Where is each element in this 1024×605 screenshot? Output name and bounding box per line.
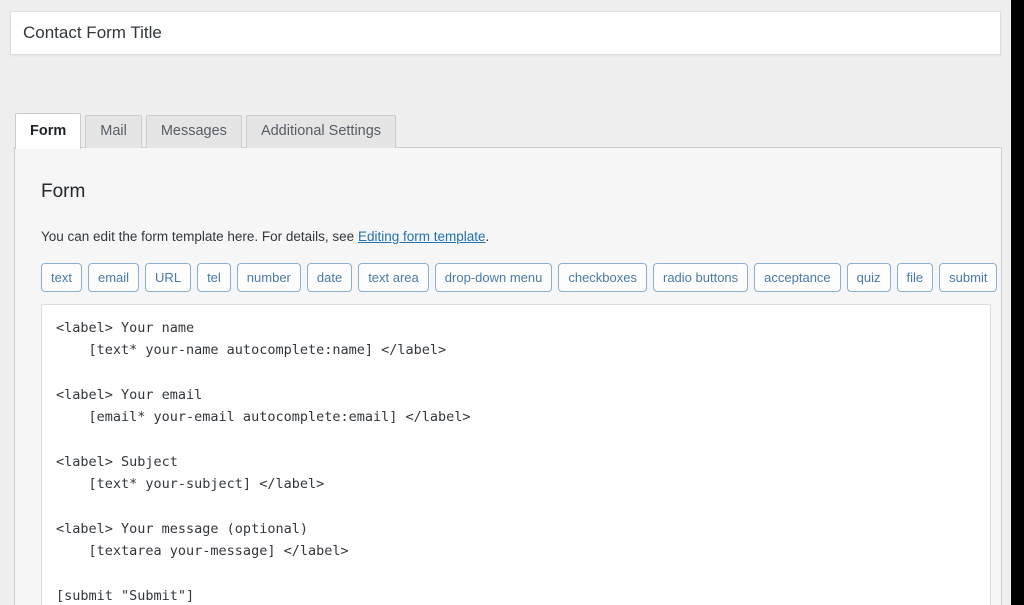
- form-template-textarea[interactable]: [41, 303, 991, 605]
- tab-form[interactable]: Form: [15, 113, 82, 149]
- tab-mail-label: Mail: [100, 123, 127, 139]
- tag-button-drop-down-menu[interactable]: drop-down menu: [434, 262, 553, 292]
- form-title-input[interactable]: [10, 11, 1001, 55]
- tab-messages[interactable]: Messages: [145, 115, 242, 148]
- tag-button-text-area[interactable]: text area: [358, 262, 429, 292]
- tag-button-tel[interactable]: tel: [197, 262, 231, 292]
- tag-button-file[interactable]: file: [896, 262, 934, 292]
- tag-button-text[interactable]: text: [41, 262, 82, 292]
- description-text-after: .: [485, 228, 490, 244]
- admin-page: Form Mail Messages Additional Settings F…: [0, 0, 1011, 605]
- form-editor-panel-inner: Form You can edit the form template here…: [15, 148, 1001, 605]
- tag-generator-buttons: text email URL tel number date text area…: [41, 262, 998, 292]
- tag-button-checkboxes[interactable]: checkboxes: [558, 262, 647, 292]
- tab-additional-settings-label: Additional Settings: [260, 123, 382, 139]
- tab-mail[interactable]: Mail: [85, 115, 142, 148]
- tab-messages-label: Messages: [160, 123, 227, 139]
- form-template-description: You can edit the form template here. For…: [41, 227, 975, 247]
- tag-button-submit[interactable]: submit: [939, 262, 998, 292]
- tag-button-acceptance[interactable]: acceptance: [754, 262, 841, 292]
- editing-form-template-link[interactable]: Editing form template: [358, 229, 486, 244]
- tag-button-email[interactable]: email: [87, 262, 140, 292]
- editor-tabs: Form Mail Messages Additional Settings: [15, 113, 400, 149]
- tab-form-label: Form: [30, 123, 67, 139]
- form-template-editor-wrap: [41, 303, 991, 605]
- right-edge-gutter: [1011, 0, 1024, 605]
- tag-button-radio-buttons[interactable]: radio buttons: [653, 262, 749, 292]
- description-text-before: You can edit the form template here. For…: [41, 228, 358, 244]
- tag-button-url[interactable]: URL: [145, 262, 192, 292]
- page-title: Form: [41, 181, 86, 202]
- tag-button-quiz[interactable]: quiz: [846, 262, 891, 292]
- form-editor-panel: Form You can edit the form template here…: [14, 147, 1002, 605]
- form-title-row: [10, 11, 1001, 55]
- tab-additional-settings[interactable]: Additional Settings: [245, 115, 397, 148]
- tag-button-number[interactable]: number: [236, 262, 301, 292]
- tag-button-date[interactable]: date: [306, 262, 353, 292]
